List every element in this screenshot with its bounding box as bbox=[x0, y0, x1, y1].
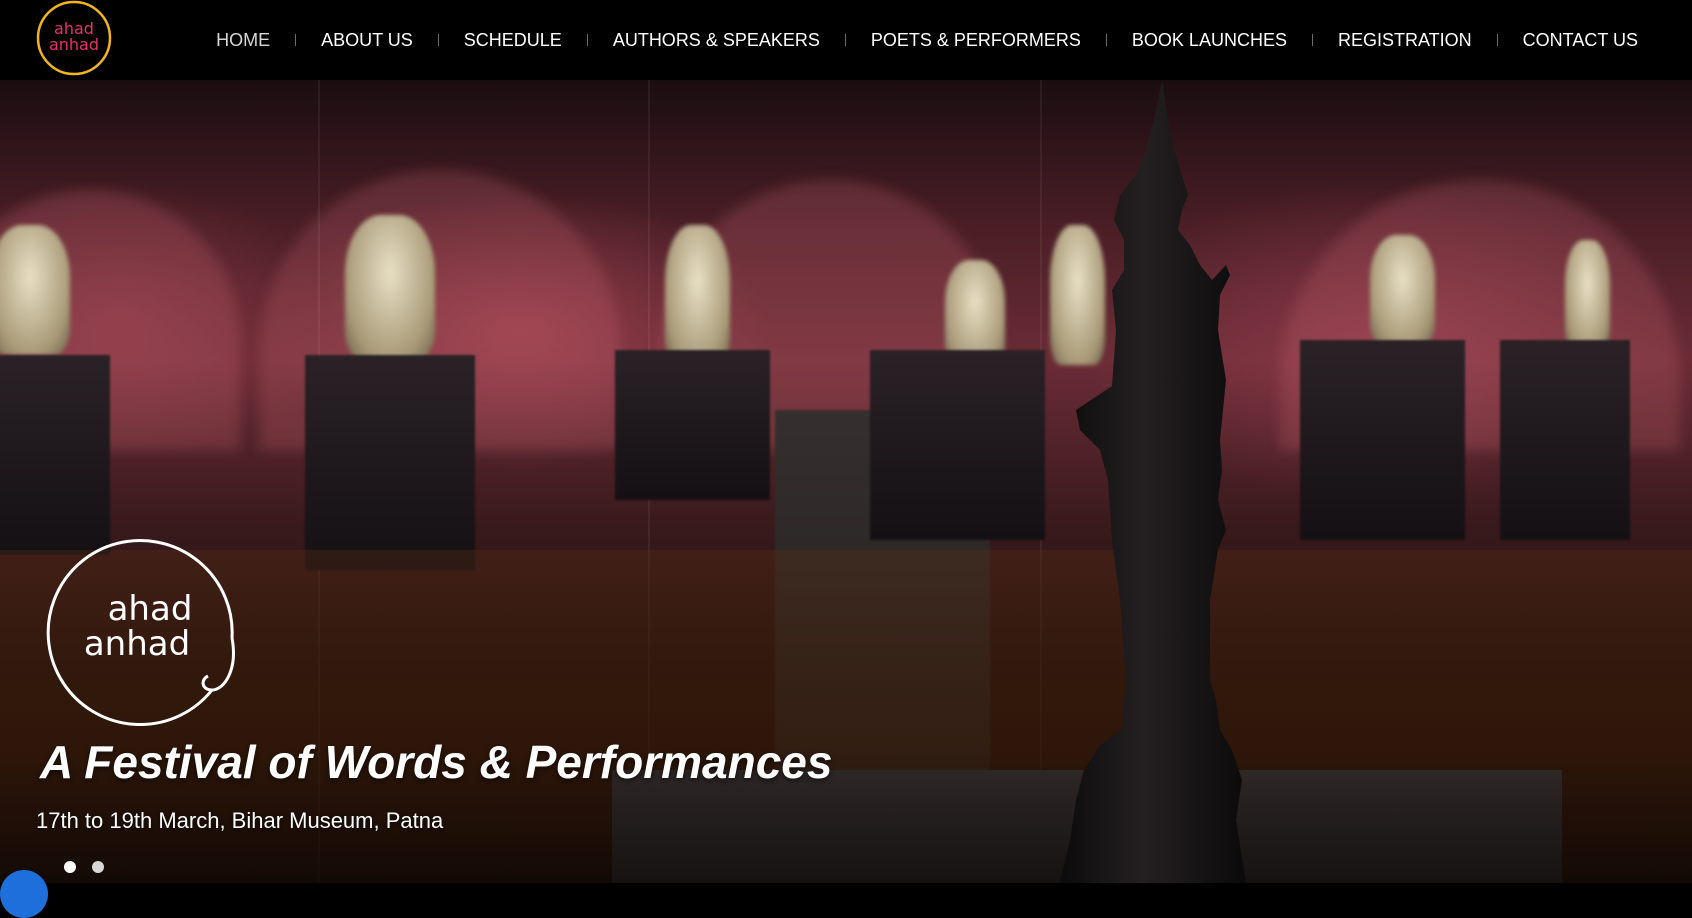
logo-text-line2: anhad bbox=[49, 35, 99, 54]
hero-slider: ahad anhad A Festival of Words & Perform… bbox=[0, 80, 1692, 883]
sculpture-bust bbox=[345, 215, 435, 360]
sculpture-bust bbox=[0, 225, 70, 355]
nav-schedule[interactable]: SCHEDULE bbox=[439, 30, 587, 51]
display-plinth bbox=[1300, 340, 1465, 540]
hero-subtitle: 17th to 19th March, Bihar Museum, Patna bbox=[36, 808, 444, 833]
chat-widget-icon[interactable] bbox=[0, 870, 48, 918]
hero-logo-line1: ahad bbox=[108, 589, 193, 629]
nav-poets-performers[interactable]: POETS & PERFORMERS bbox=[846, 30, 1106, 51]
nav-home[interactable]: HOME bbox=[191, 30, 295, 51]
hero-logo: ahad anhad bbox=[46, 539, 235, 726]
nav-book-launches[interactable]: BOOK LAUNCHES bbox=[1107, 30, 1312, 51]
display-plinth bbox=[0, 355, 110, 555]
display-plinth bbox=[1500, 340, 1630, 540]
hero-title: A Festival of Words & Performances bbox=[40, 736, 833, 788]
display-plinth bbox=[615, 350, 770, 500]
hero-logo-line2: anhad bbox=[84, 624, 190, 664]
nav-contact-us[interactable]: CONTACT US bbox=[1498, 30, 1663, 51]
sculpture-bust bbox=[1565, 240, 1610, 350]
display-plinth bbox=[305, 355, 475, 570]
nav-authors-speakers[interactable]: AUTHORS & SPEAKERS bbox=[588, 30, 845, 51]
slider-pagination bbox=[64, 861, 104, 873]
nav-about-us[interactable]: ABOUT US bbox=[296, 30, 438, 51]
slide-dot-1[interactable] bbox=[64, 861, 76, 873]
slide-dot-2[interactable] bbox=[92, 861, 104, 873]
top-navigation-bar: ahad anhad HOME ABOUT US SCHEDULE AUTHOR… bbox=[0, 0, 1692, 80]
sculpture-bust bbox=[1370, 235, 1435, 345]
nav-registration[interactable]: REGISTRATION bbox=[1313, 30, 1497, 51]
site-logo[interactable]: ahad anhad bbox=[34, 0, 114, 80]
display-plinth bbox=[870, 350, 1045, 540]
bronze-statue-image bbox=[1060, 80, 1246, 883]
sculpture-bust bbox=[665, 225, 730, 365]
main-nav: HOME ABOUT US SCHEDULE AUTHORS & SPEAKER… bbox=[191, 0, 1663, 80]
